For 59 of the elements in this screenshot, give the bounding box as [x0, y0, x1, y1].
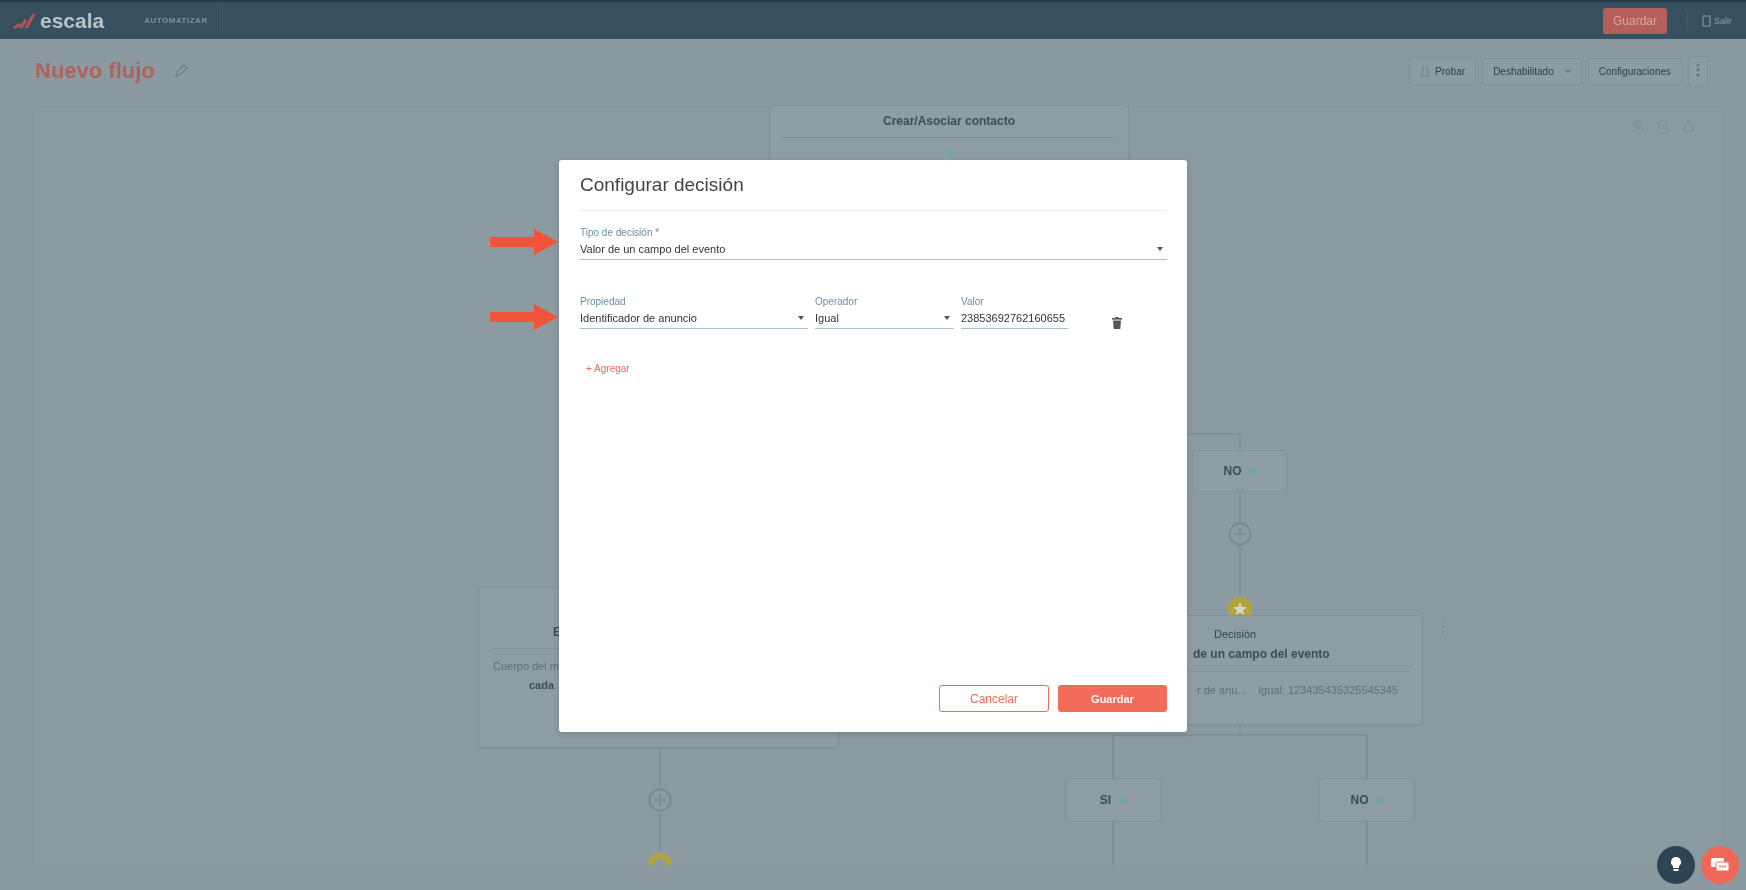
badge-icon	[647, 852, 673, 865]
arrow-icon	[490, 304, 558, 330]
field-value: Valor de un campo del evento	[580, 243, 726, 255]
branch-label: NO	[1223, 464, 1242, 478]
trash-icon[interactable]	[1112, 317, 1122, 329]
card-text: cada	[529, 679, 555, 691]
tips-button[interactable]	[1657, 846, 1695, 884]
branch-label: NO	[1350, 793, 1369, 807]
add-link[interactable]: + Agregar	[586, 363, 630, 374]
cancel-button[interactable]: Cancelar	[939, 685, 1049, 712]
caret-icon	[944, 316, 950, 320]
chat-button[interactable]	[1701, 846, 1739, 884]
status-dot	[1249, 467, 1257, 475]
field-label: Propiedad	[580, 296, 627, 307]
header-button[interactable]: Probar	[1409, 57, 1477, 85]
select-field[interactable]: Operador Igual	[815, 296, 954, 329]
lightbulb-icon	[1670, 856, 1682, 874]
branch-box[interactable]: NO	[1319, 778, 1415, 822]
arrow-icon	[490, 229, 558, 255]
exit-button[interactable]: Salir	[1687, 10, 1734, 31]
nav-tab[interactable]: AUTOMATIZAR	[144, 4, 223, 37]
input-field[interactable]: Valor 23853692762160655	[961, 296, 1068, 329]
status-dot	[1119, 796, 1127, 804]
save-button[interactable]: Guardar	[1602, 7, 1667, 34]
logo-text: escala	[40, 8, 105, 33]
field-value: 23853692762160655	[961, 312, 1065, 324]
header-button[interactable]: Configuraciones	[1587, 57, 1682, 85]
node-type: Decisión	[1214, 628, 1257, 640]
flow-title: Nuevo flujo	[35, 58, 155, 84]
document-icon	[1702, 14, 1711, 27]
flask-icon	[1420, 65, 1431, 77]
more-button[interactable]	[1688, 55, 1708, 87]
branch-box[interactable]: NO	[1192, 450, 1288, 492]
field-label: Tipo de decisión *	[580, 227, 661, 238]
kebab-icon	[1696, 62, 1700, 77]
branch-box[interactable]: SI	[1065, 778, 1161, 822]
add-step-icon[interactable]	[1228, 522, 1252, 546]
card-title: de un campo del evento	[1193, 647, 1330, 661]
connector-line	[1187, 433, 1241, 451]
card-title: Crear/Asociar contacto	[881, 114, 1016, 128]
field-value: Identificador de anuncio	[580, 312, 697, 324]
pencil-icon[interactable]	[172, 63, 189, 79]
field-label: Valor	[961, 296, 985, 307]
save-button[interactable]: Guardar	[1058, 685, 1167, 712]
select-field[interactable]: Propiedad Identificador de anuncio	[580, 296, 808, 329]
logo-bars-icon	[12, 11, 38, 30]
select-field[interactable]: Tipo de decisión * Valor de un campo del evento	[580, 227, 1167, 260]
status-dot	[1376, 796, 1384, 804]
caret-icon	[1564, 69, 1571, 73]
header-button[interactable]: Deshabilitado	[1482, 57, 1582, 85]
caret-icon	[1157, 247, 1163, 251]
dialog-title: Configurar decisión	[580, 174, 745, 197]
field-value: Igual	[815, 312, 839, 324]
status-dot	[946, 150, 953, 157]
caret-icon	[798, 316, 804, 320]
branch-label: SI	[1099, 793, 1112, 807]
chat-icon	[1710, 857, 1730, 873]
add-step-icon[interactable]	[648, 788, 672, 812]
field-label: Operador	[815, 296, 859, 307]
